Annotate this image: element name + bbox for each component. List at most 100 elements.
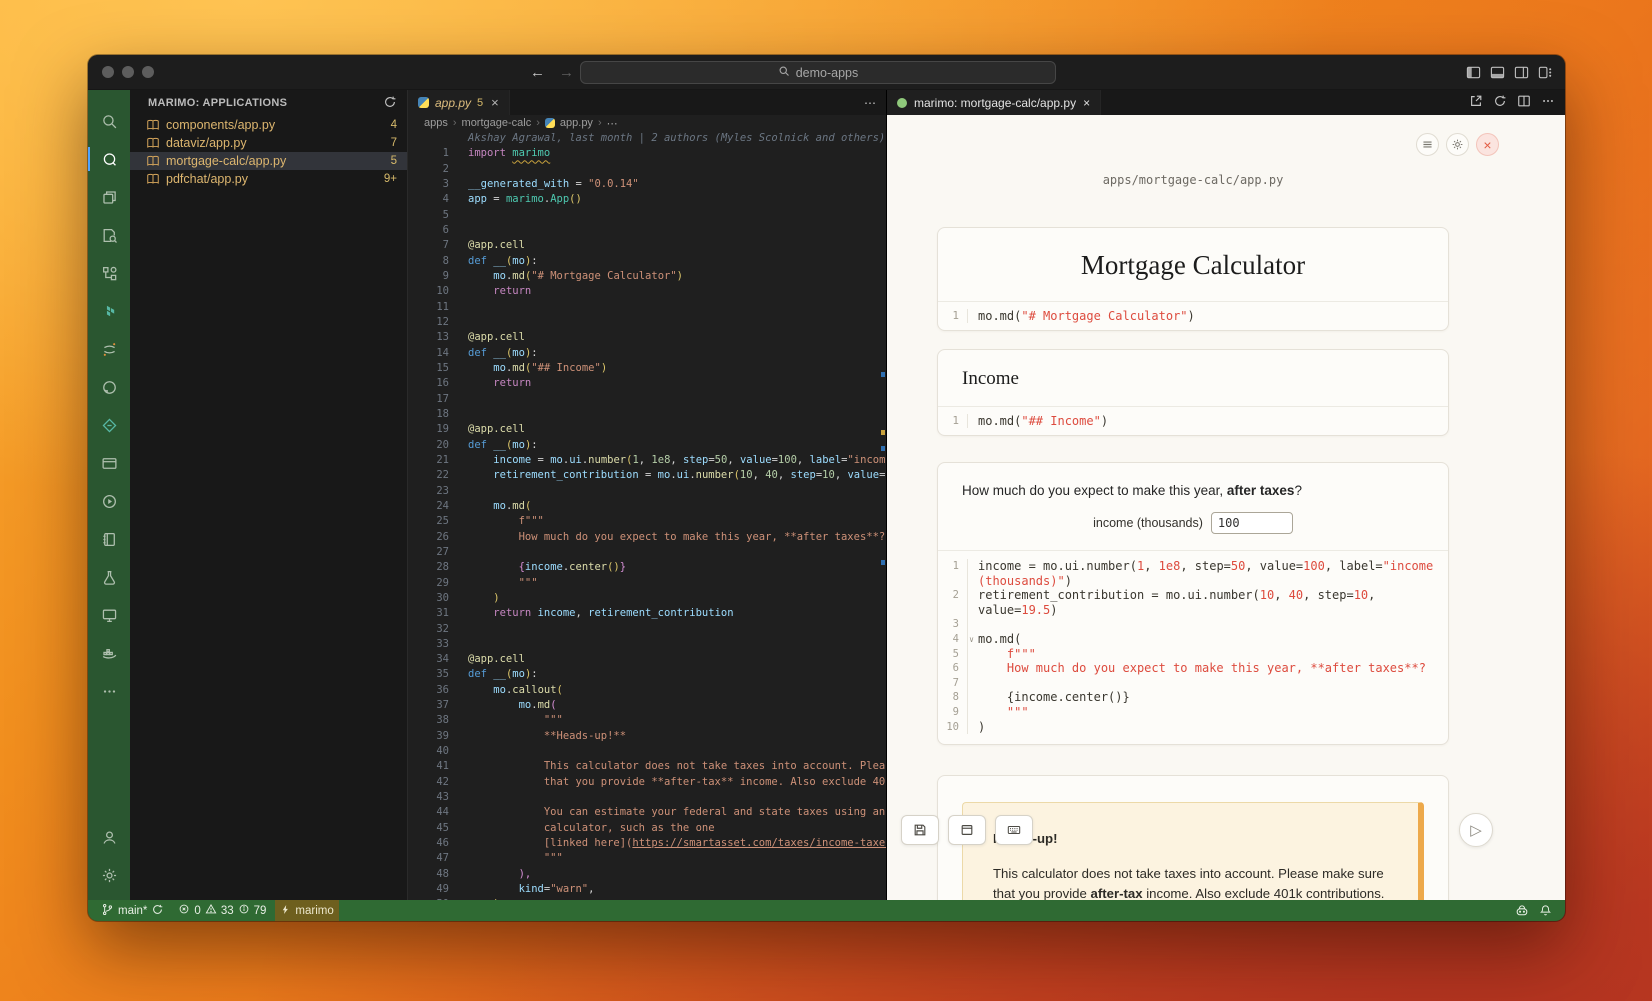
code-line[interactable]: 49 kind="warn",: [408, 882, 886, 897]
code-line[interactable]: 38 """: [408, 713, 886, 728]
code-line[interactable]: 43: [408, 790, 886, 805]
history-forward-button[interactable]: →: [559, 64, 574, 81]
cell-code[interactable]: 1 mo.md("## Income"): [938, 407, 1448, 435]
code-line[interactable]: 46 [linked here](https://smartasset.com/…: [408, 836, 886, 851]
close-tab-icon[interactable]: ×: [1083, 96, 1090, 110]
test-beaker-icon[interactable]: [88, 558, 130, 596]
code-line[interactable]: 23: [408, 484, 886, 499]
minimize-window-button[interactable]: [122, 66, 134, 78]
code-line[interactable]: 27: [408, 545, 886, 560]
code-line[interactable]: 1import marimo: [408, 146, 886, 161]
code-line[interactable]: 44 You can estimate your federal and sta…: [408, 805, 886, 820]
code-line[interactable]: 10): [938, 720, 1448, 735]
code-line[interactable]: 17: [408, 392, 886, 407]
sidebar-item-pdfchat-app-py[interactable]: pdfchat/app.py9+: [130, 170, 407, 188]
code-line[interactable]: 50 ): [408, 897, 886, 900]
save-button[interactable]: [901, 815, 939, 845]
code-editor[interactable]: Akshay Agrawal, last month | 2 authors (…: [408, 131, 886, 900]
code-line[interactable]: 6: [408, 223, 886, 238]
code-line[interactable]: 18: [408, 407, 886, 422]
command-center-search[interactable]: demo-apps: [580, 61, 1056, 84]
code-line[interactable]: 39 **Heads-up!**: [408, 729, 886, 744]
code-line[interactable]: 30 ): [408, 591, 886, 606]
run-icon[interactable]: [88, 482, 130, 520]
income-number-input[interactable]: [1211, 512, 1293, 534]
code-line[interactable]: 42 that you provide **after-tax** income…: [408, 775, 886, 790]
code-line[interactable]: 7: [938, 676, 1448, 691]
git-branch-item[interactable]: main*: [96, 900, 169, 921]
code-line[interactable]: 5 f""": [938, 647, 1448, 662]
file-search-icon[interactable]: [88, 216, 130, 254]
code-line[interactable]: 36 mo.callout(: [408, 683, 886, 698]
editor-actions-more-icon[interactable]: ⋯: [864, 96, 876, 110]
snippets-button[interactable]: [948, 815, 986, 845]
symbols-icon[interactable]: [88, 254, 130, 292]
notifications-bell-icon[interactable]: [1534, 904, 1557, 917]
code-line[interactable]: 25 f""": [408, 514, 886, 529]
marimo-icon[interactable]: [88, 140, 130, 178]
open-external-icon[interactable]: [1469, 94, 1483, 111]
toggle-secondary-sidebar-icon[interactable]: [1514, 65, 1529, 80]
breadcrumb[interactable]: apps › mortgage-calc › app.py › ⋯: [408, 115, 886, 131]
toggle-panel-icon[interactable]: [1490, 65, 1505, 80]
code-line[interactable]: 3__generated_with = "0.0.14": [408, 177, 886, 192]
problems-item[interactable]: 0 33 79: [173, 900, 271, 921]
code-line[interactable]: 13@app.cell: [408, 330, 886, 345]
code-line[interactable]: 35def __(mo):: [408, 667, 886, 682]
code-line[interactable]: 24 mo.md(: [408, 499, 886, 514]
code-line[interactable]: 9 """: [938, 705, 1448, 720]
code-line[interactable]: 47 """: [408, 851, 886, 866]
fold-caret-icon[interactable]: ∨: [969, 633, 974, 648]
close-window-button[interactable]: [102, 66, 114, 78]
code-line[interactable]: 31 return income, retirement_contributio…: [408, 606, 886, 621]
breadcrumb-apps[interactable]: apps: [424, 117, 448, 129]
code-line[interactable]: 4∨mo.md(: [938, 632, 1448, 647]
sidebar-item-dataviz-app-py[interactable]: dataviz/app.py7: [130, 134, 407, 152]
code-line[interactable]: 9 mo.md("# Mortgage Calculator"): [408, 269, 886, 284]
code-line[interactable]: 48 ),: [408, 867, 886, 882]
code-line[interactable]: 3: [938, 617, 1448, 632]
cell-code[interactable]: 1 mo.md("# Mortgage Calculator"): [938, 302, 1448, 330]
remote-window-icon[interactable]: [88, 444, 130, 482]
code-line[interactable]: 8def __(mo):: [408, 254, 886, 269]
code-line[interactable]: 1income = mo.ui.number(1, 1e8, step=50, …: [938, 559, 1448, 588]
code-line[interactable]: 26 How much do you expect to make this y…: [408, 530, 886, 545]
toggle-primary-sidebar-icon[interactable]: [1466, 65, 1481, 80]
close-tab-icon[interactable]: ×: [491, 95, 499, 110]
breadcrumb-symbol[interactable]: ⋯: [607, 117, 618, 130]
code-line[interactable]: 34@app.cell: [408, 652, 886, 667]
code-line[interactable]: 20def __(mo):: [408, 438, 886, 453]
code-line[interactable]: 29 """: [408, 576, 886, 591]
code-line[interactable]: 22 retirement_contribution = mo.ui.numbe…: [408, 468, 886, 483]
code-line[interactable]: 6 How much do you expect to make this ye…: [938, 661, 1448, 676]
code-line[interactable]: 28 {income.center()}: [408, 560, 886, 575]
notebook-icon[interactable]: [88, 520, 130, 558]
code-line[interactable]: 45 calculator, such as the one: [408, 821, 886, 836]
marimo-status-item[interactable]: marimo: [275, 900, 338, 921]
more-actions-icon[interactable]: [1541, 94, 1555, 111]
settings-icon[interactable]: [88, 856, 130, 894]
run-all-button[interactable]: ▷: [1459, 813, 1493, 847]
terraform-icon[interactable]: [88, 292, 130, 330]
code-line[interactable]: 7@app.cell: [408, 238, 886, 253]
refresh-icon[interactable]: [1493, 94, 1507, 111]
search-icon[interactable]: [88, 102, 130, 140]
copilot-status-icon[interactable]: [1510, 904, 1534, 918]
code-line[interactable]: 40: [408, 744, 886, 759]
settings-button[interactable]: [1446, 133, 1469, 156]
code-line[interactable]: 10 return: [408, 284, 886, 299]
code-line[interactable]: 41 This calculator does not take taxes i…: [408, 759, 886, 774]
api-icon[interactable]: [88, 406, 130, 444]
breadcrumb-file[interactable]: app.py: [560, 117, 593, 129]
split-editor-icon[interactable]: [1517, 94, 1531, 111]
code-line[interactable]: 12: [408, 315, 886, 330]
code-line[interactable]: 14def __(mo):: [408, 346, 886, 361]
monitor-icon[interactable]: [88, 596, 130, 634]
github-icon[interactable]: [88, 368, 130, 406]
copy-icon[interactable]: [88, 178, 130, 216]
code-line[interactable]: 32: [408, 622, 886, 637]
sidebar-item-mortgage-calc-app-py[interactable]: mortgage-calc/app.py5: [130, 152, 407, 170]
customize-layout-icon[interactable]: [1538, 65, 1553, 80]
sync-icon[interactable]: [151, 903, 164, 919]
breadcrumb-folder[interactable]: mortgage-calc: [462, 117, 532, 129]
